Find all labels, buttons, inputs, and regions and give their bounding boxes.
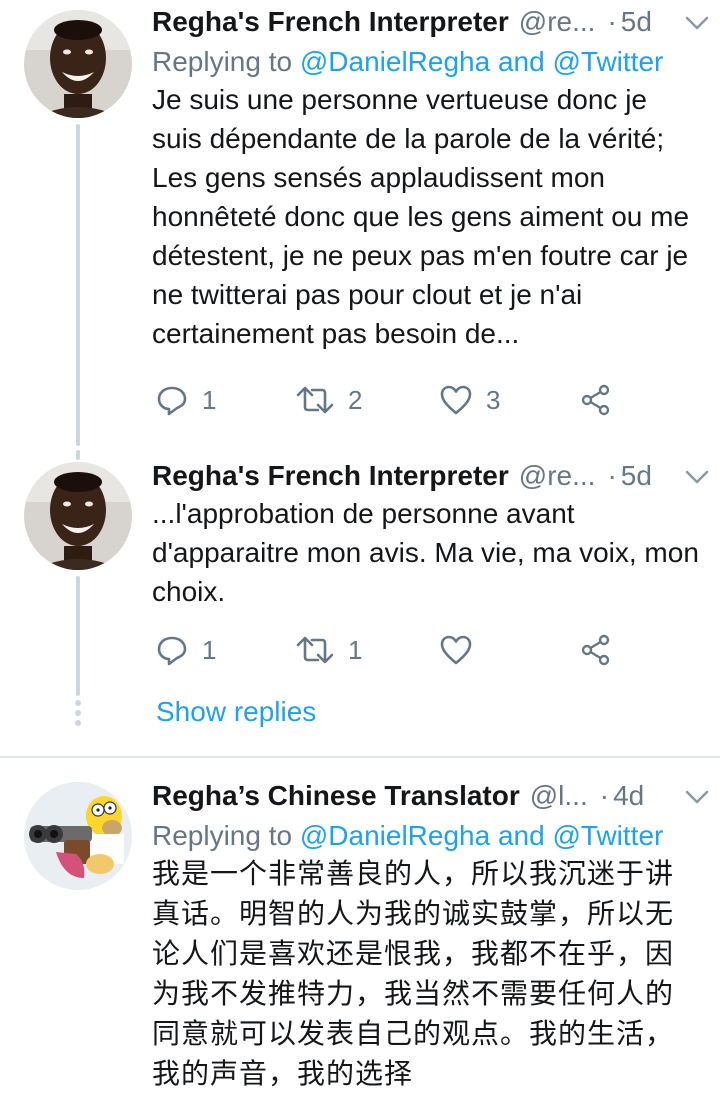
- retweet-count: 1: [348, 634, 363, 665]
- share-icon: [581, 634, 610, 666]
- avatar[interactable]: [24, 782, 132, 890]
- share-icon: [581, 384, 610, 416]
- replying-to-users-link[interactable]: @DanielRegha and @Twitter: [300, 820, 663, 851]
- tweet-header: Regha's French Interpreter @re... · 5d: [152, 456, 700, 496]
- thread-line: [76, 124, 80, 446]
- separator-dot: ·: [607, 6, 617, 37]
- display-name[interactable]: Regha's French Interpreter: [152, 460, 509, 492]
- like-count: 3: [486, 384, 501, 415]
- tweet-divider: [0, 756, 720, 758]
- share-button[interactable]: [580, 380, 612, 420]
- retweet-count: 2: [348, 384, 363, 415]
- separator-dot: ·: [607, 460, 617, 491]
- tweet-2[interactable]: Regha's French Interpreter @re... · 5d .…: [0, 450, 720, 750]
- replying-to-users-link[interactable]: @DanielRegha and @Twitter: [300, 46, 663, 77]
- tweet-3[interactable]: Regha’s Chinese Translator @l... · 4d Re…: [0, 760, 720, 1103]
- retweet-button[interactable]: 2: [296, 380, 362, 420]
- reply-count: 1: [202, 384, 217, 415]
- timestamp[interactable]: 4d: [613, 780, 644, 812]
- thread-continuation-dots: [75, 700, 81, 730]
- show-replies-link[interactable]: Show replies: [156, 696, 316, 728]
- tweet-1[interactable]: Regha's French Interpreter @re... · 5d R…: [0, 0, 720, 450]
- reply-icon: [157, 636, 187, 666]
- chevron-down-icon[interactable]: [684, 468, 710, 486]
- heart-icon: [440, 385, 472, 415]
- retweet-button[interactable]: 1: [296, 630, 362, 670]
- thread-line: [76, 576, 80, 696]
- replying-to-label: Replying to: [152, 46, 300, 77]
- tweet-header: Regha's French Interpreter @re... · 5d: [152, 2, 700, 42]
- tweet-text: Je suis une personne vertueuse donc je s…: [152, 84, 690, 349]
- replying-to: Replying to @DanielRegha and @Twitter: [152, 816, 700, 856]
- reply-button[interactable]: 1: [156, 630, 216, 670]
- user-handle[interactable]: @re...: [519, 460, 596, 492]
- avatar[interactable]: [24, 462, 132, 570]
- tweet-actions: 1 1: [156, 630, 616, 670]
- replying-to-label: Replying to: [152, 820, 300, 851]
- separator-dot: ·: [599, 780, 610, 811]
- reply-button[interactable]: 1: [156, 380, 216, 420]
- replying-to: Replying to @DanielRegha and @Twitter: [152, 42, 700, 82]
- heart-icon: [440, 635, 472, 665]
- chevron-down-icon[interactable]: [684, 14, 710, 32]
- retweet-icon: [296, 386, 334, 414]
- tweet-actions: 1 2 3: [156, 380, 616, 420]
- reply-icon: [157, 386, 187, 416]
- display-name[interactable]: Regha’s Chinese Translator: [152, 780, 520, 812]
- avatar[interactable]: [24, 10, 132, 118]
- thread-line: [76, 450, 80, 460]
- timestamp[interactable]: 5d: [621, 460, 652, 492]
- reply-count: 1: [202, 634, 217, 665]
- display-name[interactable]: Regha's French Interpreter: [152, 6, 509, 38]
- tweet-text: ...l'approbation de personne avant d'app…: [152, 498, 699, 607]
- tweet-text: 我是一个非常善良的人，所以我沉迷于讲真话。明智的人为我的诚实鼓掌，所以无论人们是…: [152, 858, 675, 1089]
- chevron-down-icon[interactable]: [684, 788, 710, 806]
- timestamp[interactable]: 5d: [621, 6, 652, 38]
- user-handle[interactable]: @l...: [530, 780, 588, 812]
- retweet-icon: [296, 636, 334, 664]
- tweet-header: Regha’s Chinese Translator @l... · 4d: [152, 776, 700, 816]
- share-button[interactable]: [580, 630, 612, 670]
- user-handle[interactable]: @re...: [519, 6, 596, 38]
- like-button[interactable]: [440, 630, 486, 670]
- like-button[interactable]: 3: [440, 380, 500, 420]
